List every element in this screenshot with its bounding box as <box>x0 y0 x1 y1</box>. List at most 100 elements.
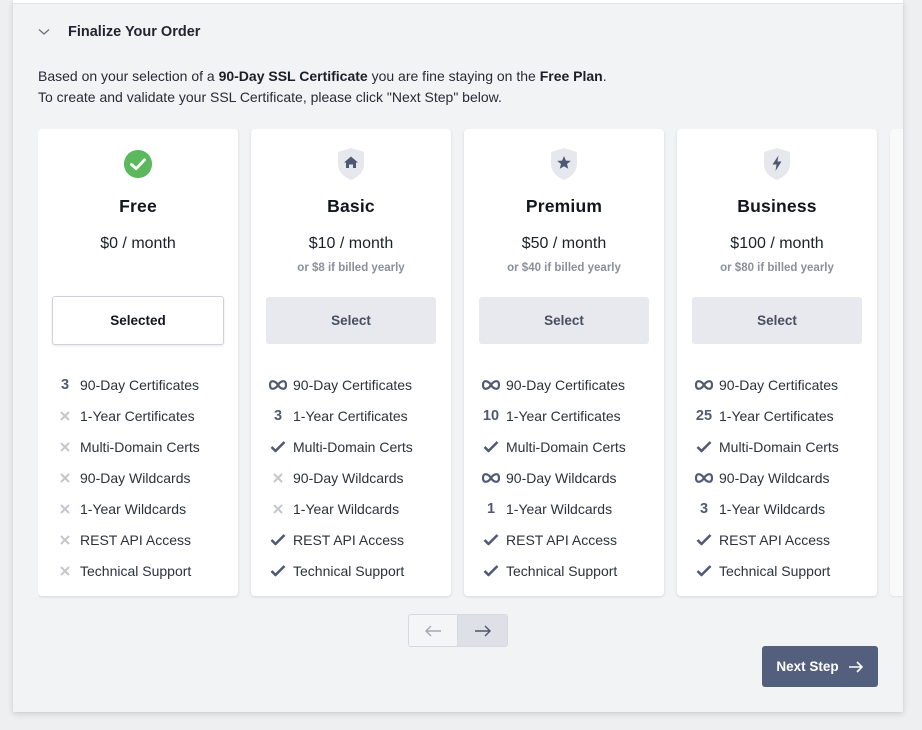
infinity-icon <box>695 472 713 483</box>
x-icon <box>56 534 74 546</box>
feature-item: Multi-Domain Certs <box>56 431 200 462</box>
feature-count: 1 <box>486 500 496 517</box>
intro-line-1: Based on your selection of a 90-Day SSL … <box>38 66 607 87</box>
plan-card-premium: Premium $50 / month or $40 if billed yearl… <box>464 129 664 596</box>
checkmark-icon <box>695 564 713 577</box>
plan-select-button[interactable]: Select <box>266 297 436 344</box>
carousel-prev-button[interactable] <box>409 615 458 646</box>
plan-features: 90-Day Certificates 10 1-Year Certificates… <box>482 369 626 586</box>
finalize-order-panel: Finalize Your Order Based on your select… <box>13 0 903 712</box>
plan-yearly-price: or $80 if billed yearly <box>720 262 834 274</box>
feature-label: Multi-Domain Certs <box>719 438 839 455</box>
chevron-down-icon <box>37 25 51 39</box>
feature-label: 90-Day Wildcards <box>293 469 404 486</box>
feature-count: 10 <box>482 407 500 424</box>
feature-item: Multi-Domain Certs <box>269 431 413 462</box>
plan-cards-track: Free $0 / month Selected 3 90-Day Certificat… <box>38 129 903 596</box>
feature-label: REST API Access <box>506 531 618 548</box>
feature-label: Technical Support <box>506 562 618 579</box>
checkmark-icon <box>695 440 713 453</box>
x-icon <box>56 410 74 422</box>
feature-label: REST API Access <box>80 531 192 548</box>
feature-item: 90-Day Certificates <box>695 369 839 400</box>
feature-label: 90-Day Certificates <box>80 376 200 393</box>
feature-label: Multi-Domain Certs <box>80 438 200 455</box>
intro-text: Based on your selection of a 90-Day SSL … <box>38 66 607 108</box>
plan-select-button[interactable]: Select <box>479 297 649 344</box>
plan-card-free: Free $0 / month Selected 3 90-Day Certificat… <box>38 129 238 596</box>
carousel-next-button[interactable] <box>458 615 507 646</box>
feature-item: Multi-Domain Certs <box>695 431 839 462</box>
plan-price: $100 / month <box>730 235 824 252</box>
feature-label: Multi-Domain Certs <box>293 438 413 455</box>
checkmark-icon <box>269 440 287 453</box>
next-step-button[interactable]: Next Step <box>762 646 878 687</box>
feature-item: REST API Access <box>695 524 839 555</box>
plan-card-next-partial <box>890 129 903 596</box>
plan-name: Premium <box>525 196 603 216</box>
feature-item: REST API Access <box>56 524 200 555</box>
feature-label: 1-Year Wildcards <box>506 500 613 517</box>
feature-item: 90-Day Wildcards <box>269 462 413 493</box>
x-icon <box>56 503 74 515</box>
feature-item: REST API Access <box>482 524 626 555</box>
plan-features: 90-Day Certificates 3 1-Year Certificates M… <box>269 369 413 586</box>
intro-text-part: you are fine staying on the <box>367 68 540 84</box>
next-step-label: Next Step <box>776 659 839 674</box>
infinity-icon <box>482 379 500 390</box>
infinity-icon <box>695 379 713 390</box>
feature-label: REST API Access <box>293 531 405 548</box>
carousel-pager <box>408 614 508 647</box>
feature-item: 10 1-Year Certificates <box>482 400 626 431</box>
plan-name: Free <box>119 196 157 216</box>
feature-label: 90-Day Certificates <box>293 376 413 393</box>
feature-item: 3 1-Year Certificates <box>269 400 413 431</box>
feature-item: 25 1-Year Certificates <box>695 400 839 431</box>
feature-label: 1-Year Wildcards <box>293 500 400 517</box>
feature-item: 90-Day Wildcards <box>482 462 626 493</box>
feature-item: Technical Support <box>695 555 839 586</box>
infinity-icon <box>482 472 500 483</box>
plan-name: Basic <box>327 196 375 216</box>
feature-label: Technical Support <box>80 562 192 579</box>
checkmark-icon <box>482 533 500 546</box>
feature-item: Multi-Domain Certs <box>482 431 626 462</box>
plan-selected-button[interactable]: Selected <box>52 296 224 345</box>
feature-label: 90-Day Certificates <box>506 376 626 393</box>
feature-count: 3 <box>699 500 709 517</box>
feature-item: Technical Support <box>56 555 200 586</box>
checkmark-icon <box>482 564 500 577</box>
feature-label: REST API Access <box>719 531 831 548</box>
home-shield-icon <box>336 147 366 181</box>
feature-item: 90-Day Wildcards <box>695 462 839 493</box>
infinity-icon <box>269 379 287 390</box>
x-icon <box>56 472 74 484</box>
arrow-left-icon <box>425 625 441 636</box>
feature-item: 90-Day Certificates <box>269 369 413 400</box>
intro-text-part: . <box>602 68 607 84</box>
plan-yearly-price: or $8 if billed yearly <box>297 262 405 274</box>
intro-text-part: Based on your selection of a <box>38 68 219 84</box>
plan-yearly-price: or $40 if billed yearly <box>507 262 621 274</box>
plan-price: $10 / month <box>308 235 394 252</box>
checkmark-icon <box>695 533 713 546</box>
plan-select-button[interactable]: Select <box>692 297 862 344</box>
feature-label: 1-Year Certificates <box>80 407 195 424</box>
plan-card-business: Business $100 / month or $80 if billed yea… <box>677 129 877 596</box>
feature-count: 3 <box>60 376 70 393</box>
top-divider <box>13 0 903 4</box>
plan-carousel: Free $0 / month Selected 3 90-Day Certificat… <box>38 129 903 599</box>
section-toggle[interactable]: Finalize Your Order <box>37 22 200 42</box>
x-icon <box>269 503 287 515</box>
feature-item: Technical Support <box>269 555 413 586</box>
plan-price: $50 / month <box>521 235 607 252</box>
feature-label: Technical Support <box>293 562 405 579</box>
feature-label: 90-Day Wildcards <box>80 469 191 486</box>
feature-item: REST API Access <box>269 524 413 555</box>
feature-label: 90-Day Wildcards <box>719 469 830 486</box>
arrow-right-icon <box>474 625 491 636</box>
feature-item: 90-Day Certificates <box>482 369 626 400</box>
plan-features: 3 90-Day Certificates 1-Year Certificates M… <box>56 369 200 586</box>
x-icon <box>56 565 74 577</box>
feature-label: 90-Day Wildcards <box>506 469 617 486</box>
